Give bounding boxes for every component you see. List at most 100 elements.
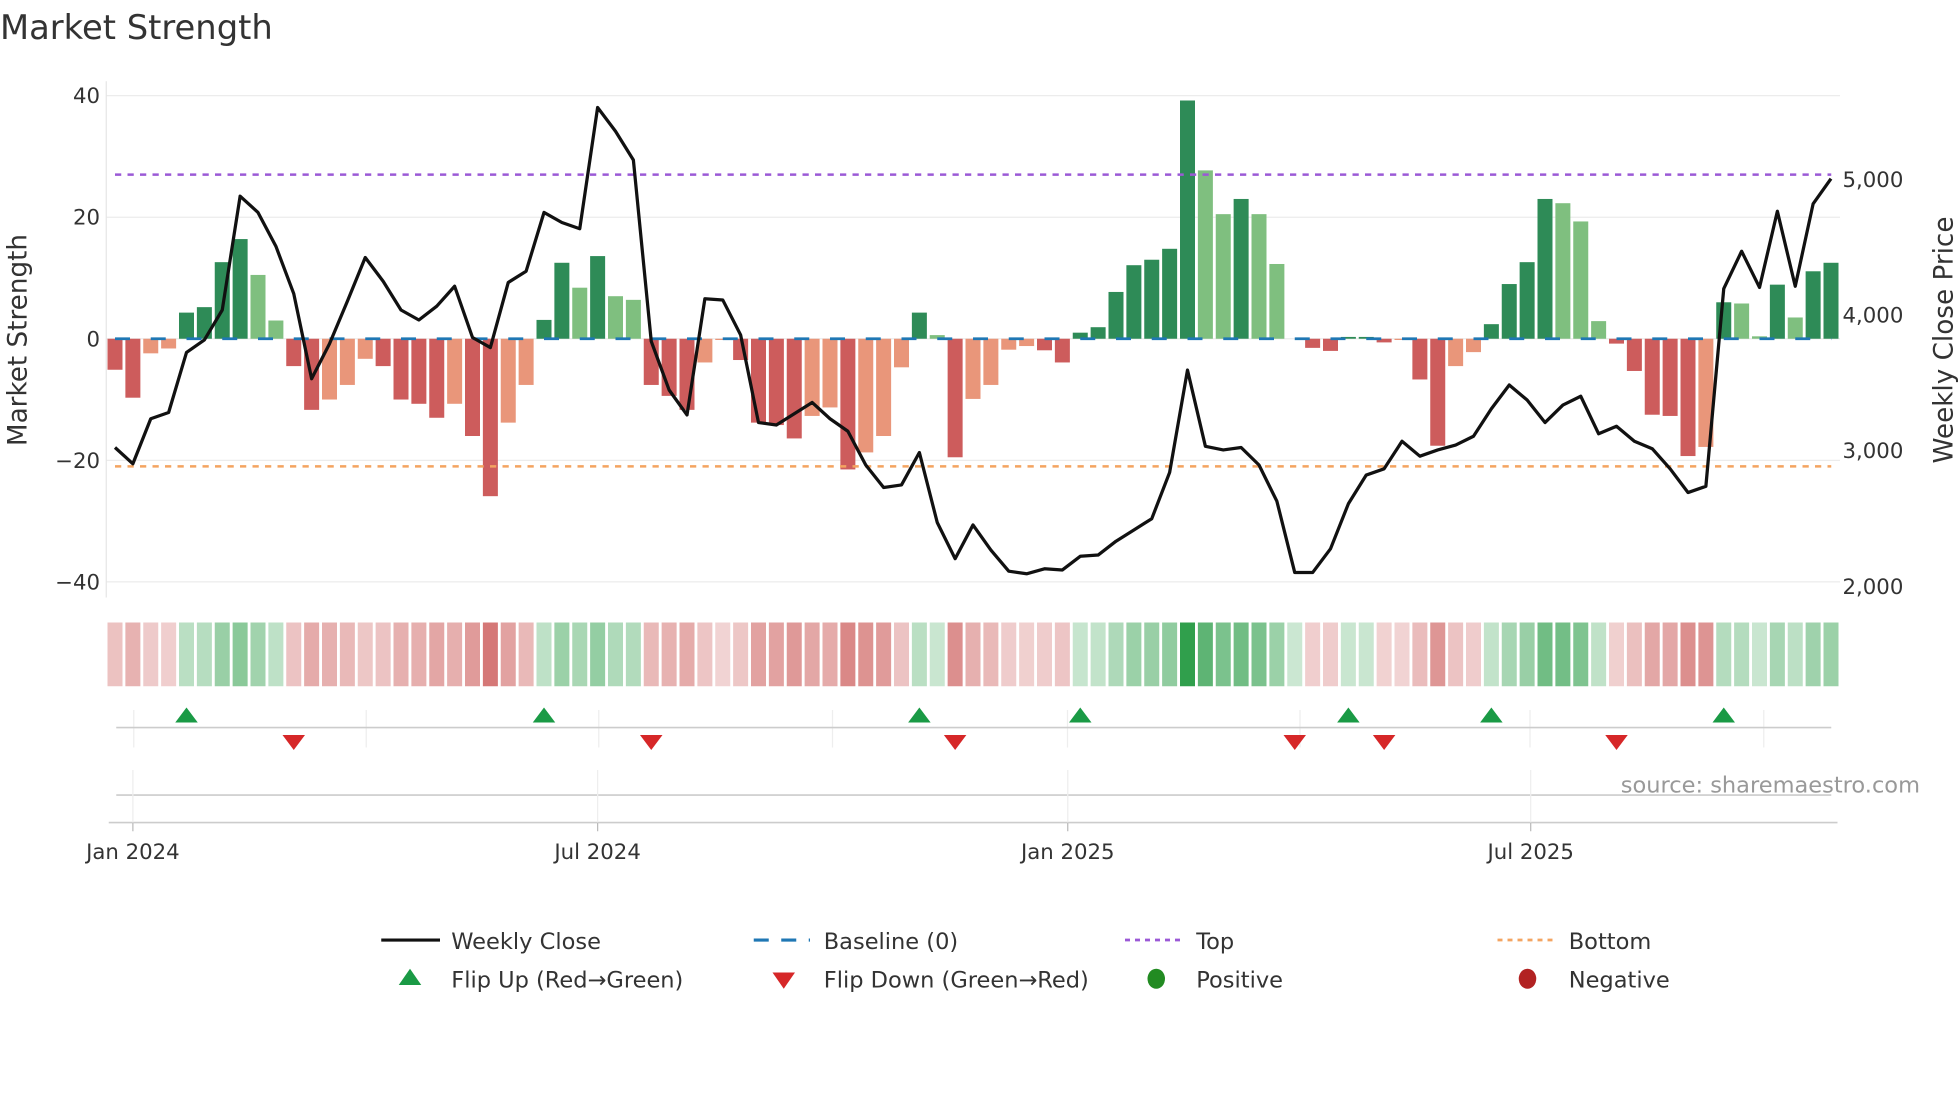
strength-bar [947, 338, 963, 458]
strength-strip-cell [929, 622, 945, 687]
strength-strip-cell [1090, 622, 1106, 687]
strength-bar [768, 338, 784, 426]
strength-strip-cell [1323, 622, 1338, 687]
strength-strip-cell [1626, 622, 1642, 687]
strength-strip-cell [1680, 622, 1696, 687]
y-axis-label: Market Strength [3, 234, 33, 446]
strength-strip-cell [1037, 622, 1052, 687]
legend-label: Flip Down (Green→Red) [824, 968, 1089, 994]
strength-bar [268, 320, 284, 339]
strength-strip-cell [1501, 622, 1517, 687]
strength-bar [965, 338, 981, 399]
strength-bar [858, 338, 874, 453]
strength-strip-cell [572, 622, 588, 687]
strength-bar [625, 299, 641, 339]
strength-strip-cell [715, 622, 731, 687]
strength-strip-cell [590, 622, 606, 687]
strength-strip-cell [1340, 622, 1356, 687]
strength-bar [1591, 321, 1607, 339]
strength-strip-cell [1466, 622, 1481, 687]
strength-bar [1519, 262, 1535, 339]
market-strength-chart: Market Strength 40 20 0 −20 −40 5,000 4,000 3,… [0, 8, 1960, 994]
y2-axis-label: Weekly Close Price [1930, 217, 1960, 464]
strength-strip-cell [661, 622, 677, 687]
flip-down-marker [282, 735, 305, 750]
strength-strip-cell [1823, 622, 1839, 687]
strength-strip-cell [1054, 622, 1070, 687]
strength-strip-cell [1769, 622, 1785, 687]
strength-strip-cell [125, 622, 141, 687]
y2-tick-label: 2,000 [1843, 575, 1904, 600]
strength-strip-cell [965, 622, 981, 687]
strength-bar [840, 338, 856, 470]
strength-strip-cell [411, 622, 427, 687]
strength-bar [1090, 327, 1106, 339]
legend-item-bottom: Bottom [1497, 929, 1651, 955]
strength-bar [1412, 338, 1428, 380]
strength-strip-cell [608, 622, 623, 687]
strength-bar [107, 338, 123, 370]
strength-bar [375, 338, 391, 367]
legend-item-top: Top [1125, 929, 1234, 955]
strength-strip-cell [786, 622, 802, 687]
strength-bar [357, 338, 373, 359]
strength-strip-cell [447, 622, 463, 687]
strength-strip-cell [339, 622, 355, 687]
strength-bar [429, 338, 445, 418]
strength-strip-cell [429, 622, 445, 687]
strength-bar [232, 239, 248, 339]
strength-strip-cell [1287, 622, 1303, 687]
strength-strip-cell [1126, 622, 1142, 687]
strength-strip-cell [1716, 622, 1732, 687]
strength-strip-cell [268, 622, 284, 687]
strength-strip-cell [911, 622, 927, 687]
strength-strip-cell [1108, 622, 1124, 687]
strength-strip-cell [1519, 622, 1535, 687]
strength-strip-cell [768, 622, 784, 687]
strength-strip-cell [1412, 622, 1428, 687]
legend-label: Weekly Close [451, 929, 601, 955]
strength-strip-cell [214, 622, 230, 687]
legend-item-close: Weekly Close [381, 929, 601, 955]
y-tick-label: 40 [73, 84, 100, 109]
strength-bar [339, 338, 355, 385]
strength-strip-cell [1180, 622, 1195, 687]
flip-down-marker [943, 735, 967, 750]
flip-up-marker [1337, 707, 1360, 723]
strength-bar [143, 338, 159, 354]
legend-label: Baseline (0) [824, 929, 958, 955]
strength-strip-cell [1483, 622, 1499, 687]
strength-strip-cell [196, 622, 212, 687]
strength-bar [1037, 338, 1052, 351]
strength-strip-cell [1448, 622, 1464, 687]
strength-strip-cell [161, 622, 177, 687]
strength-bar [1644, 338, 1660, 415]
strength-bar [250, 274, 266, 339]
strength-strip-cell [1394, 622, 1410, 687]
strength-strip-cell [179, 622, 194, 687]
strength-strip-cell [983, 622, 999, 687]
x-tick-label: Jul 2025 [1485, 840, 1573, 865]
legend-item-flip-up: Flip Up (Red→Green) [398, 968, 683, 994]
strength-strip-cell [1197, 622, 1213, 687]
strength-bar [786, 338, 802, 439]
flip-down-marker [1283, 735, 1306, 750]
strength-bar [1126, 265, 1142, 339]
strength-bar [161, 338, 177, 349]
strength-strip-cell [840, 622, 856, 687]
legend-label: Top [1195, 929, 1234, 955]
strength-strip-cell [1305, 622, 1321, 687]
strength-strip-cell [733, 622, 749, 687]
strength-bar [1662, 338, 1678, 416]
strength-bar [1483, 324, 1499, 339]
strength-strip-cell [1591, 622, 1607, 687]
flip-down-marker [1372, 735, 1396, 750]
strength-strip-cell [804, 622, 820, 687]
strength-strip-cell [947, 622, 963, 687]
strength-strip-cell [625, 622, 641, 687]
strength-bar [1108, 291, 1124, 339]
strength-bar [465, 338, 480, 436]
strength-bar [1323, 338, 1338, 351]
strength-bar [1680, 338, 1696, 457]
strength-strip-cell [643, 622, 659, 687]
